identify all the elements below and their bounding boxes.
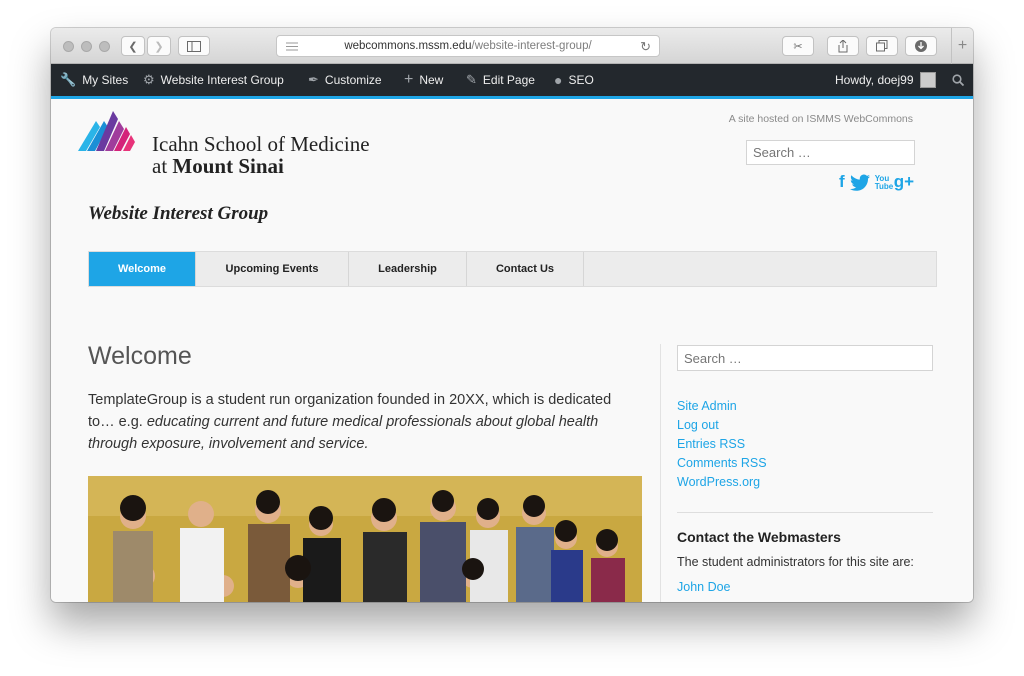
- minimize-window-button[interactable]: [81, 41, 92, 52]
- back-button[interactable]: ❮: [121, 36, 145, 56]
- my-sites-label: My Sites: [82, 73, 129, 87]
- brush-icon: ✒: [308, 72, 319, 87]
- tabs-icon: [876, 40, 888, 52]
- search-icon: [952, 74, 964, 86]
- downloads-button[interactable]: [905, 36, 937, 56]
- customize-label: Customize: [324, 73, 382, 87]
- group-photo: [88, 476, 642, 602]
- zoom-window-button[interactable]: [99, 41, 110, 52]
- sidebar-divider: [660, 344, 661, 602]
- institution-logo-text[interactable]: Icahn School of Medicine at Mount Sinai: [152, 133, 370, 177]
- browser-toolbar: ❮ ❯ webcommons.mssm.edu/website-interest…: [51, 28, 973, 64]
- tabs-overview-button[interactable]: [866, 36, 898, 56]
- account-menu[interactable]: Howdy, doej99: [835, 64, 936, 96]
- site-admin-link[interactable]: Site Admin: [677, 397, 767, 416]
- entries-rss-link[interactable]: Entries RSS: [677, 435, 767, 454]
- site-name-label: Website Interest Group: [160, 73, 284, 87]
- edit-page-label: Edit Page: [482, 73, 535, 87]
- mount-sinai-logo-icon[interactable]: [78, 111, 148, 151]
- wrench-icon: 🔧: [60, 72, 77, 87]
- new-label: New: [419, 73, 444, 87]
- scissors-icon: ✂: [793, 40, 803, 53]
- my-sites-menu[interactable]: 🔧 My Sites: [60, 64, 128, 96]
- meta-links: Site Admin Log out Entries RSS Comments …: [677, 397, 767, 492]
- admin-search-button[interactable]: [952, 64, 964, 96]
- chevron-left-icon: ❮: [128, 40, 138, 53]
- comments-rss-link[interactable]: Comments RSS: [677, 454, 767, 473]
- address-bar[interactable]: webcommons.mssm.edu/website-interest-gro…: [276, 35, 660, 57]
- url-host: webcommons.mssm.edu: [344, 40, 472, 52]
- sidebar-search-input[interactable]: [677, 345, 933, 371]
- howdy-label: Howdy, doej99: [835, 73, 914, 87]
- facebook-icon[interactable]: f: [839, 173, 845, 191]
- twitter-icon[interactable]: [849, 174, 870, 191]
- youtube-icon[interactable]: You Tube: [875, 175, 894, 191]
- main-navigation: Welcome Upcoming Events Leadership Conta…: [88, 251, 937, 287]
- plus-icon: +: [957, 37, 968, 54]
- close-window-button[interactable]: [63, 41, 74, 52]
- nav-tab-leadership[interactable]: Leadership: [349, 252, 467, 286]
- logo-line-2-prefix: at: [152, 154, 173, 178]
- nav-tab-upcoming-events[interactable]: Upcoming Events: [196, 252, 349, 286]
- forward-button[interactable]: ❯: [147, 36, 171, 56]
- sidebar-toggle-button[interactable]: [178, 36, 210, 56]
- google-plus-icon[interactable]: g+: [894, 173, 914, 191]
- dashboard-icon: ⚙: [143, 72, 155, 87]
- header-search-input[interactable]: [746, 140, 915, 165]
- edit-page-link[interactable]: ✎ Edit Page: [466, 64, 535, 96]
- plus-icon: +: [404, 71, 414, 88]
- download-icon: [915, 40, 927, 52]
- page-title: Welcome: [88, 342, 192, 370]
- seo-circle-icon: ●: [554, 72, 563, 88]
- wp-admin-bar: 🔧 My Sites ⚙ Website Interest Group ✒ Cu…: [51, 64, 973, 96]
- pencil-icon: ✎: [466, 72, 477, 87]
- customize-link[interactable]: ✒ Customize: [308, 64, 382, 96]
- social-links: f You Tube g+: [839, 173, 914, 191]
- seo-menu[interactable]: ● SEO: [554, 64, 594, 96]
- url-text: webcommons.mssm.edu/website-interest-gro…: [277, 40, 659, 52]
- nav-tab-welcome[interactable]: Welcome: [89, 252, 196, 286]
- intro-paragraph: TemplateGroup is a student run organizat…: [88, 389, 630, 455]
- avatar: [919, 72, 936, 88]
- webmaster-name-link[interactable]: John Doe: [677, 580, 731, 594]
- log-out-link[interactable]: Log out: [677, 416, 767, 435]
- sidebar-separator: [677, 512, 933, 513]
- page-content: Icahn School of Medicine at Mount Sinai …: [51, 99, 973, 602]
- contact-webmasters-heading: Contact the Webmasters: [677, 529, 841, 545]
- logo-line-1: Icahn School of Medicine: [152, 132, 370, 156]
- reload-icon[interactable]: ↻: [640, 39, 651, 55]
- hosted-notice: A site hosted on ISMMS WebCommons: [728, 113, 913, 125]
- site-name-menu[interactable]: ⚙ Website Interest Group: [143, 64, 284, 96]
- group-photo-image: [88, 476, 642, 602]
- chevron-right-icon: ❯: [154, 40, 164, 53]
- share-icon: [838, 39, 848, 52]
- share-button[interactable]: [827, 36, 859, 56]
- logo-line-2-bold: Mount Sinai: [172, 154, 284, 178]
- logo-line-2: at Mount Sinai: [152, 155, 370, 177]
- site-title[interactable]: Website Interest Group: [88, 203, 268, 225]
- wordpress-org-link[interactable]: WordPress.org: [677, 473, 767, 492]
- contact-webmasters-text: The student administrators for this site…: [677, 555, 914, 569]
- browser-window: ❮ ❯ webcommons.mssm.edu/website-interest…: [51, 28, 973, 602]
- new-menu[interactable]: + New: [404, 64, 443, 96]
- nav-tab-contact-us[interactable]: Contact Us: [467, 252, 584, 286]
- url-path: /website-interest-group/: [471, 40, 592, 52]
- seo-label: SEO: [568, 73, 594, 87]
- clip-button[interactable]: ✂: [782, 36, 814, 56]
- sidebar-icon: [187, 40, 201, 52]
- intro-italic-text: educating current and future medical pro…: [88, 414, 599, 452]
- new-tab-button[interactable]: +: [951, 28, 973, 64]
